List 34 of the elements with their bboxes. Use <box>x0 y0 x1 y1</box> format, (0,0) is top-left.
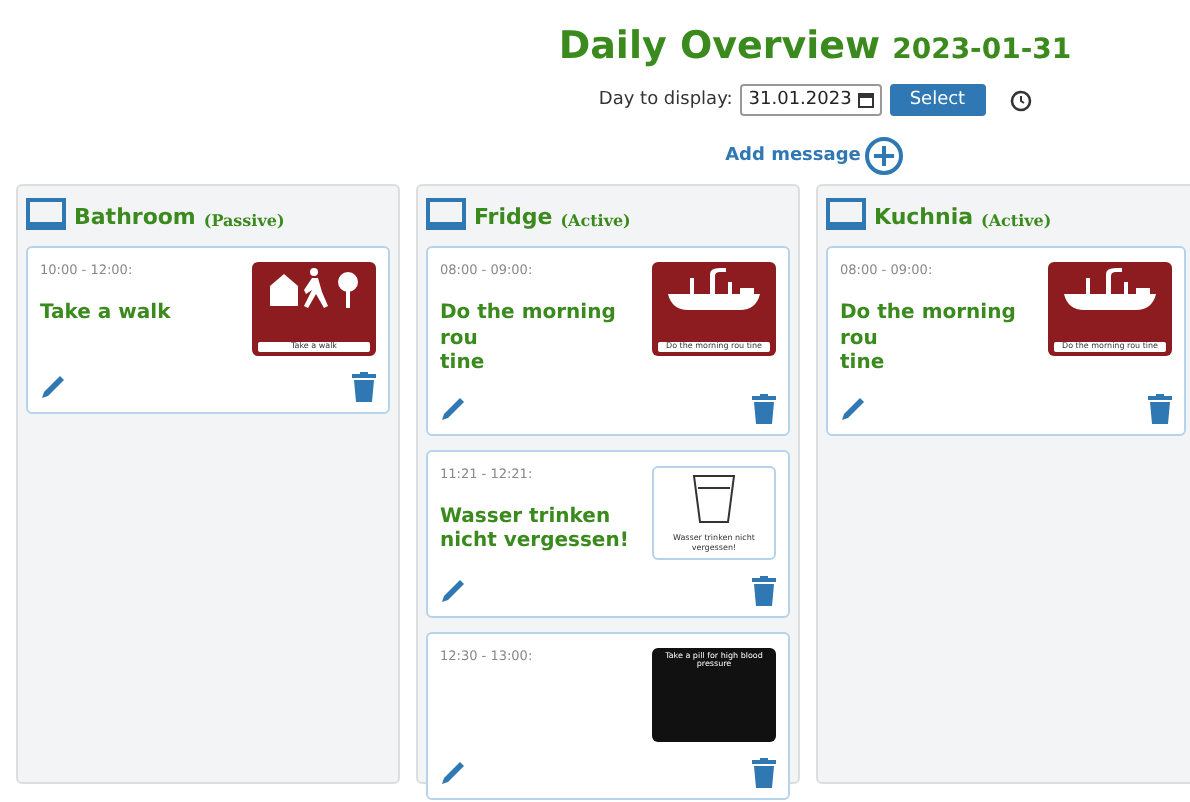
date-field[interactable]: 31.01.2023 <box>740 84 882 116</box>
add-icon[interactable] <box>864 136 905 176</box>
pencil-icon[interactable] <box>40 372 68 400</box>
trash-icon[interactable] <box>752 393 776 423</box>
pencil-icon[interactable] <box>440 757 468 785</box>
monitor-icon <box>26 198 66 230</box>
monitor-icon <box>426 198 466 230</box>
house-walker-tree-drawing <box>264 266 364 314</box>
trash-icon[interactable] <box>752 757 776 787</box>
device-name: Fridge <box>474 204 553 230</box>
message-title: Do the morning rou tine <box>440 302 618 377</box>
trash-icon[interactable] <box>1148 393 1172 423</box>
clock-icon[interactable] <box>1009 89 1032 111</box>
message-title: Take a walk <box>40 302 171 327</box>
trash-icon[interactable] <box>352 372 376 402</box>
calendar-icon[interactable] <box>857 92 874 108</box>
pencil-icon[interactable] <box>440 575 468 603</box>
trash-icon[interactable] <box>752 575 776 605</box>
device-status: (Active) <box>560 210 631 230</box>
message-title: Wasser trinken nicht vergessen! <box>440 505 631 555</box>
device-status: (Passive) <box>203 210 285 230</box>
glass-drawing <box>690 471 738 523</box>
monitor-icon <box>826 198 866 230</box>
select-button[interactable]: Select <box>889 84 986 116</box>
add-message-link[interactable]: Add message <box>725 146 861 166</box>
pencil-icon[interactable] <box>440 393 468 421</box>
device-name: Bathroom <box>74 204 196 230</box>
message-title: Do the morning rou tine <box>840 302 1018 377</box>
device-name: Kuchnia <box>874 204 974 230</box>
pencil-icon[interactable] <box>840 393 868 421</box>
day-label: Day to display: <box>598 90 733 110</box>
date-heading: 2023-01-31 <box>892 34 1072 66</box>
device-status: (Active) <box>981 210 1052 230</box>
page-title: Daily Overview <box>558 24 881 68</box>
